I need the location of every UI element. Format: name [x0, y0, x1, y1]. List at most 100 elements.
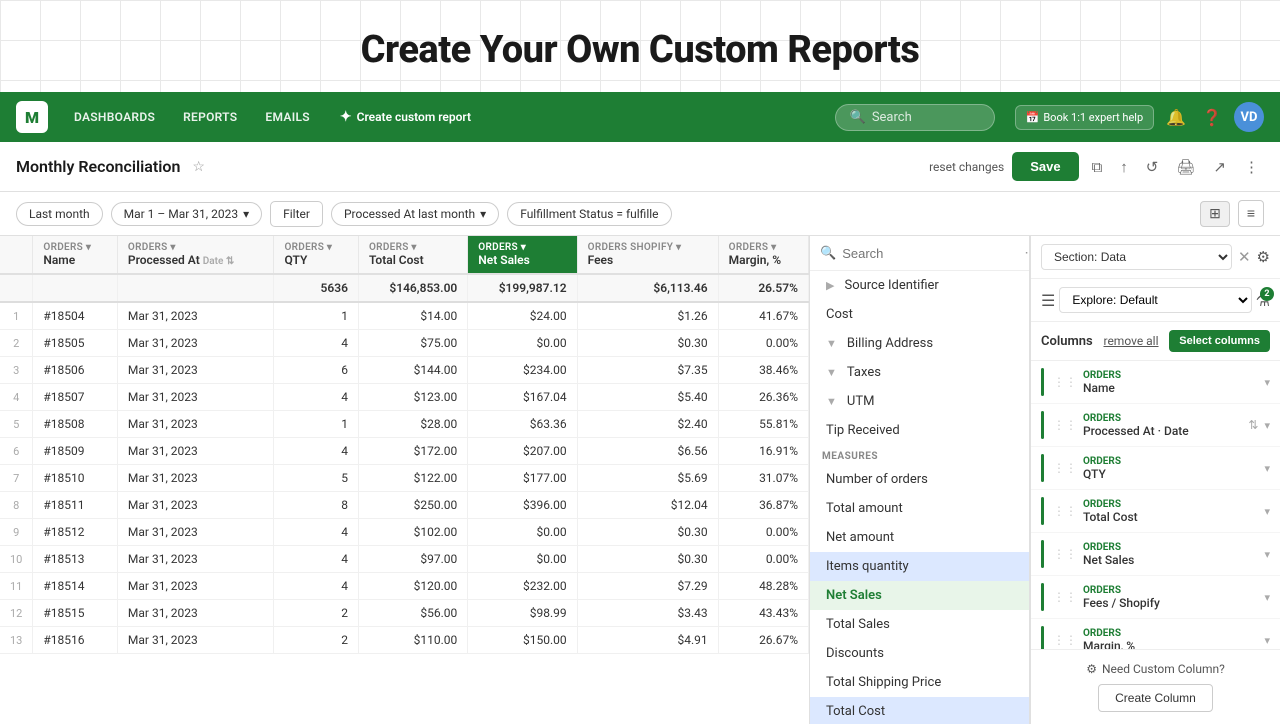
- column-item-total-cost[interactable]: ⋮⋮ ORDERS Total Cost ▾: [1031, 490, 1280, 533]
- favorite-btn[interactable]: ☆: [192, 159, 205, 175]
- open-external-icon[interactable]: ↗: [1208, 154, 1231, 180]
- reset-changes-btn[interactable]: reset changes: [929, 160, 1004, 174]
- remove-all-btn[interactable]: remove all: [1103, 334, 1158, 348]
- sort-icon[interactable]: ⇅: [1248, 418, 1258, 432]
- col-name-label: Margin, %: [1083, 639, 1258, 650]
- cell-net: $177.00: [468, 465, 577, 492]
- user-avatar[interactable]: VD: [1234, 102, 1264, 132]
- drag-handle-icon[interactable]: ⋮⋮: [1053, 504, 1077, 518]
- custom-column-area: ⚙ Need Custom Column? Create Column: [1031, 649, 1280, 724]
- table-row: 6 #18509 Mar 31, 2023 4 $172.00 $207.00 …: [0, 438, 809, 465]
- dropdown-item-number-orders[interactable]: Number of orders: [810, 465, 1029, 494]
- col-item-text: ORDERS Fees / Shopify: [1083, 585, 1258, 610]
- drag-handle-icon[interactable]: ⋮⋮: [1053, 461, 1077, 475]
- drag-handle-icon[interactable]: ⋮⋮: [1053, 590, 1077, 604]
- dropdown-item-shipping-price[interactable]: Total Shipping Price: [810, 668, 1029, 697]
- nav-dashboards[interactable]: DASHBOARDS: [64, 104, 165, 130]
- book-expert-btn[interactable]: 📅 Book 1:1 expert help: [1015, 105, 1155, 130]
- col-active-indicator: [1041, 583, 1044, 611]
- date-preset-label: Last month: [29, 207, 90, 221]
- date-range-pill[interactable]: Mar 1 – Mar 31, 2023 ▾: [111, 202, 263, 226]
- table-row: 10 #18513 Mar 31, 2023 4 $97.00 $0.00 $0…: [0, 546, 809, 573]
- col-header-processed-at[interactable]: ORDERS ▾ Processed At Date ⇅: [117, 236, 274, 274]
- star-icon: ✦: [340, 109, 352, 125]
- drag-handle-icon[interactable]: ⋮⋮: [1053, 547, 1077, 561]
- nav-reports[interactable]: REPORTS: [173, 104, 247, 130]
- col-label-ns: Net Sales: [478, 253, 566, 267]
- last-month-pill[interactable]: Last month: [16, 202, 103, 226]
- dropdown-item-total-sales[interactable]: Total Sales: [810, 610, 1029, 639]
- drag-handle-icon[interactable]: ⋮⋮: [1053, 633, 1077, 647]
- cell-qty: 4: [274, 438, 359, 465]
- column-item-processed-at[interactable]: ⋮⋮ ORDERS Processed At · Date ⇅ ▾: [1031, 404, 1280, 447]
- nav-logo[interactable]: M: [16, 101, 48, 133]
- create-column-btn[interactable]: Create Column: [1098, 684, 1213, 712]
- notifications-btn[interactable]: 🔔: [1162, 104, 1190, 131]
- col-label-tc: Total Cost: [369, 253, 457, 267]
- explore-select[interactable]: Explore: Default: [1059, 287, 1251, 313]
- dropdown-item-total-amount[interactable]: Total amount: [810, 494, 1029, 523]
- dropdown-item-taxes[interactable]: ▼ Taxes: [810, 358, 1029, 387]
- dropdown-item-items-quantity[interactable]: Items quantity: [810, 552, 1029, 581]
- col-item-text: ORDERS QTY: [1083, 456, 1258, 481]
- drag-handle-icon[interactable]: ⋮⋮: [1053, 418, 1077, 432]
- select-columns-btn[interactable]: Select columns: [1169, 330, 1270, 352]
- grid-view-btn[interactable]: ⊞: [1200, 201, 1230, 227]
- filter-columns-btn[interactable]: ⚗ 2: [1256, 291, 1270, 310]
- col-group-fees: ORDERS Shopify ▾: [588, 242, 708, 253]
- nav-emails[interactable]: EMAILS: [255, 104, 319, 130]
- cell-fees: $6.56: [577, 438, 718, 465]
- undo-icon[interactable]: ↺: [1141, 154, 1164, 180]
- col-item-text: ORDERS Margin, %: [1083, 628, 1258, 650]
- col-item-text: ORDERS Total Cost: [1083, 499, 1258, 524]
- more-options-icon[interactable]: ⋮: [1239, 154, 1264, 180]
- dropdown-item-net-sales[interactable]: Net Sales: [810, 581, 1029, 610]
- nav-search-bar[interactable]: 🔍 Search: [835, 104, 995, 131]
- col-header-margin[interactable]: ORDERS ▾ Margin, %: [718, 236, 808, 274]
- col-active-indicator: [1041, 626, 1044, 649]
- col-header-qty[interactable]: ORDERS ▾ QTY: [274, 236, 359, 274]
- cell-date: Mar 31, 2023: [117, 492, 274, 519]
- col-header-name[interactable]: ORDERS ▾ Name: [33, 236, 118, 274]
- dropdown-item-discounts[interactable]: Discounts: [810, 639, 1029, 668]
- share-icon[interactable]: ↑: [1115, 154, 1133, 180]
- save-button[interactable]: Save: [1012, 152, 1078, 181]
- column-item-qty[interactable]: ⋮⋮ ORDERS QTY ▾: [1031, 447, 1280, 490]
- dropdown-item-utm[interactable]: ▼ UTM: [810, 387, 1029, 416]
- dropdown-item-tip-received[interactable]: Tip Received: [810, 416, 1029, 445]
- col-chevron-icon: ▾: [1264, 419, 1270, 432]
- drag-handle-icon[interactable]: ⋮⋮: [1053, 375, 1077, 389]
- field-search-input[interactable]: [842, 246, 1018, 261]
- cell-net: $234.00: [468, 357, 577, 384]
- dropdown-label: Total Shipping Price: [826, 675, 941, 690]
- processed-filter-pill[interactable]: Processed At last month ▾: [331, 202, 499, 226]
- summary-date: [117, 274, 274, 302]
- list-view-btn[interactable]: ≡: [1238, 200, 1264, 227]
- section-select[interactable]: Section: Data: [1041, 244, 1232, 270]
- dropdown-item-billing-address[interactable]: ▼ Billing Address: [810, 329, 1029, 358]
- col-header-total-cost[interactable]: ORDERS ▾ Total Cost: [358, 236, 467, 274]
- column-item-net-sales[interactable]: ⋮⋮ ORDERS Net Sales ▾: [1031, 533, 1280, 576]
- col-header-net-sales[interactable]: ORDERS ▾ Net Sales: [468, 236, 577, 274]
- dropdown-label: Discounts: [826, 646, 884, 661]
- dropdown-item-cost[interactable]: Cost: [810, 300, 1029, 329]
- nav-create-report[interactable]: ✦ Create custom report: [328, 103, 483, 131]
- cell-qty: 8: [274, 492, 359, 519]
- settings-icon[interactable]: ⚙: [1257, 248, 1270, 266]
- export-copy-icon[interactable]: ⧉: [1087, 154, 1108, 180]
- dropdown-item-net-amount[interactable]: Net amount: [810, 523, 1029, 552]
- column-item-fees-shopify[interactable]: ⋮⋮ ORDERS Fees / Shopify ▾: [1031, 576, 1280, 619]
- measures-category-label: MEASURES: [810, 445, 1029, 465]
- print-icon[interactable]: 🖨: [1171, 154, 1200, 180]
- fulfillment-filter-pill[interactable]: Fulfillment Status = fulfille: [507, 202, 671, 226]
- dropdown-label: Items quantity: [826, 559, 909, 574]
- data-table-container: ORDERS ▾ Name ORDERS ▾ Processed At Date…: [0, 236, 810, 724]
- col-name-label: Net Sales: [1083, 553, 1258, 567]
- close-panel-icon[interactable]: ✕: [1238, 248, 1251, 266]
- dropdown-item-source-identifier[interactable]: ▶ Source Identifier: [810, 271, 1029, 300]
- help-btn[interactable]: ❓: [1198, 104, 1226, 131]
- col-header-fees[interactable]: ORDERS Shopify ▾ Fees: [577, 236, 718, 274]
- filter-button[interactable]: Filter: [270, 201, 323, 227]
- column-item-name[interactable]: ⋮⋮ ORDERS Name ▾: [1031, 361, 1280, 404]
- column-item-margin[interactable]: ⋮⋮ ORDERS Margin, % ▾: [1031, 619, 1280, 649]
